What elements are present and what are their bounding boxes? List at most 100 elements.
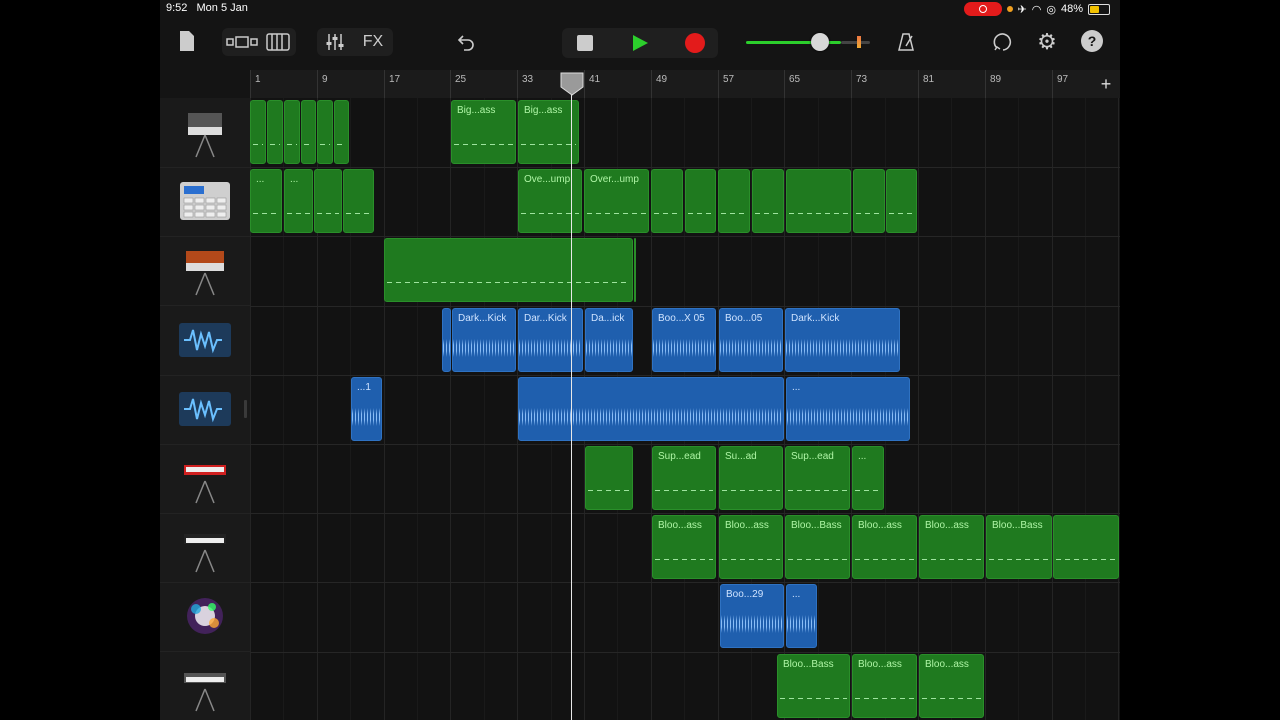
mixer-button[interactable] bbox=[320, 28, 350, 56]
midi-notes bbox=[855, 685, 914, 707]
midi-region[interactable]: Bloo...ass bbox=[852, 515, 917, 579]
status-date: Mon 5 Jan bbox=[196, 2, 248, 14]
help-button[interactable]: ? bbox=[1081, 30, 1103, 52]
region-label: Big...ass bbox=[457, 105, 496, 116]
midi-region[interactable]: ... bbox=[852, 446, 884, 510]
fx-button[interactable]: FX bbox=[356, 28, 390, 56]
stop-icon bbox=[577, 35, 593, 51]
midi-region[interactable] bbox=[752, 169, 784, 233]
midi-region[interactable]: Bloo...ass bbox=[719, 515, 783, 579]
midi-region[interactable] bbox=[786, 169, 851, 233]
stop-button[interactable] bbox=[567, 28, 603, 58]
midi-region[interactable] bbox=[250, 100, 266, 164]
audio-region[interactable]: ...1 bbox=[351, 377, 382, 441]
midi-region[interactable]: Bloo...ass bbox=[919, 654, 984, 718]
region-label: Dark...Kick bbox=[791, 313, 840, 324]
midi-region[interactable] bbox=[334, 100, 349, 164]
track-header[interactable] bbox=[160, 167, 250, 237]
track-header[interactable] bbox=[160, 306, 250, 376]
header-resize-handle[interactable] bbox=[244, 400, 247, 418]
midi-region[interactable] bbox=[853, 169, 885, 233]
record-button[interactable] bbox=[677, 28, 713, 58]
midi-region[interactable]: Bloo...ass bbox=[919, 515, 984, 579]
midi-region[interactable]: Big...ass bbox=[518, 100, 579, 164]
audio-region[interactable] bbox=[442, 308, 451, 372]
audio-region[interactable]: Boo...29 bbox=[720, 584, 784, 648]
gear-icon: ⚙ bbox=[1037, 29, 1057, 54]
audio-region[interactable]: Boo...05 bbox=[719, 308, 783, 372]
track-header[interactable] bbox=[160, 375, 250, 445]
midi-region[interactable] bbox=[585, 446, 633, 510]
track-header[interactable] bbox=[160, 513, 250, 583]
mic-indicator-icon bbox=[1006, 6, 1013, 12]
midi-region[interactable]: Bloo...ass bbox=[852, 654, 917, 718]
keyboard-button[interactable] bbox=[262, 28, 294, 56]
midi-region[interactable]: Bloo...ass bbox=[652, 515, 716, 579]
track-lanes[interactable]: Big...ass Big...ass...... Ove...ump Over...… bbox=[250, 98, 1120, 720]
tracks-view-button[interactable] bbox=[224, 28, 260, 56]
audio-region[interactable]: Dark...Kick bbox=[452, 308, 516, 372]
midi-region[interactable]: Big...ass bbox=[451, 100, 516, 164]
loop-browser-button[interactable] bbox=[988, 28, 1016, 56]
audio-region[interactable] bbox=[518, 377, 784, 441]
region-label: ... bbox=[792, 589, 801, 600]
lane-separator bbox=[250, 167, 1120, 168]
midi-region[interactable]: ... bbox=[250, 169, 282, 233]
master-volume-slider[interactable] bbox=[746, 33, 870, 51]
midi-region[interactable]: Over...ump bbox=[584, 169, 649, 233]
midi-region[interactable]: Bloo...Bass bbox=[777, 654, 850, 718]
midi-region[interactable]: Ove...ump bbox=[518, 169, 582, 233]
volume-knob[interactable] bbox=[811, 33, 829, 51]
track-header[interactable] bbox=[160, 582, 250, 652]
midi-region[interactable] bbox=[718, 169, 750, 233]
audio-region[interactable]: Dar...Kick bbox=[518, 308, 583, 372]
track-header[interactable] bbox=[160, 98, 250, 168]
midi-region[interactable]: Bloo...Bass bbox=[785, 515, 850, 579]
grid-line bbox=[484, 98, 485, 720]
midi-notes bbox=[346, 200, 371, 222]
timeline-ruler[interactable]: 1 9 17 25 33 41 49 57 65 73 81 89 97 bbox=[250, 70, 1120, 99]
midi-region[interactable] bbox=[651, 169, 683, 233]
audio-region[interactable]: Dark...Kick bbox=[785, 308, 900, 372]
midi-region[interactable]: Sup...ead bbox=[652, 446, 716, 510]
audio-region[interactable]: ... bbox=[786, 584, 817, 648]
midi-region[interactable]: Sup...ead bbox=[785, 446, 850, 510]
midi-region[interactable] bbox=[301, 100, 316, 164]
midi-region[interactable]: Su...ad bbox=[719, 446, 783, 510]
midi-region[interactable] bbox=[314, 169, 342, 233]
midi-region[interactable] bbox=[685, 169, 716, 233]
track-header[interactable] bbox=[160, 444, 250, 514]
region-label: ... bbox=[858, 451, 867, 462]
midi-region[interactable]: Bloo...Bass bbox=[986, 515, 1052, 579]
midi-region[interactable] bbox=[384, 238, 633, 302]
my-songs-button[interactable] bbox=[174, 28, 200, 54]
bar-number: 81 bbox=[923, 74, 935, 85]
midi-region[interactable] bbox=[343, 169, 374, 233]
grid-line bbox=[951, 98, 952, 720]
audio-region[interactable]: ... bbox=[786, 377, 910, 441]
audio-region[interactable]: Boo...X 05 bbox=[652, 308, 716, 372]
midi-region[interactable]: ... bbox=[284, 169, 313, 233]
playhead-handle[interactable] bbox=[560, 72, 584, 96]
bar-number: 73 bbox=[856, 74, 868, 85]
audio-region[interactable]: Da...ick bbox=[585, 308, 633, 372]
midi-notes bbox=[287, 200, 310, 222]
play-button[interactable] bbox=[622, 28, 658, 58]
midi-region[interactable] bbox=[267, 100, 283, 164]
midi-region[interactable] bbox=[1053, 515, 1119, 579]
play-icon bbox=[633, 35, 648, 51]
undo-button[interactable] bbox=[452, 28, 480, 56]
bar-number: 33 bbox=[522, 74, 534, 85]
add-section-button[interactable]: + bbox=[1098, 75, 1114, 93]
midi-region[interactable] bbox=[886, 169, 917, 233]
midi-region[interactable] bbox=[317, 100, 333, 164]
midi-region[interactable] bbox=[284, 100, 300, 164]
status-time: 9:52 bbox=[166, 2, 188, 14]
waveform bbox=[443, 333, 450, 363]
region-label: ... bbox=[256, 174, 265, 185]
track-header[interactable] bbox=[160, 236, 250, 306]
metronome-button[interactable] bbox=[892, 28, 920, 56]
midi-region[interactable] bbox=[634, 238, 636, 302]
track-header[interactable] bbox=[160, 652, 250, 720]
settings-button[interactable]: ⚙ bbox=[1033, 28, 1061, 56]
